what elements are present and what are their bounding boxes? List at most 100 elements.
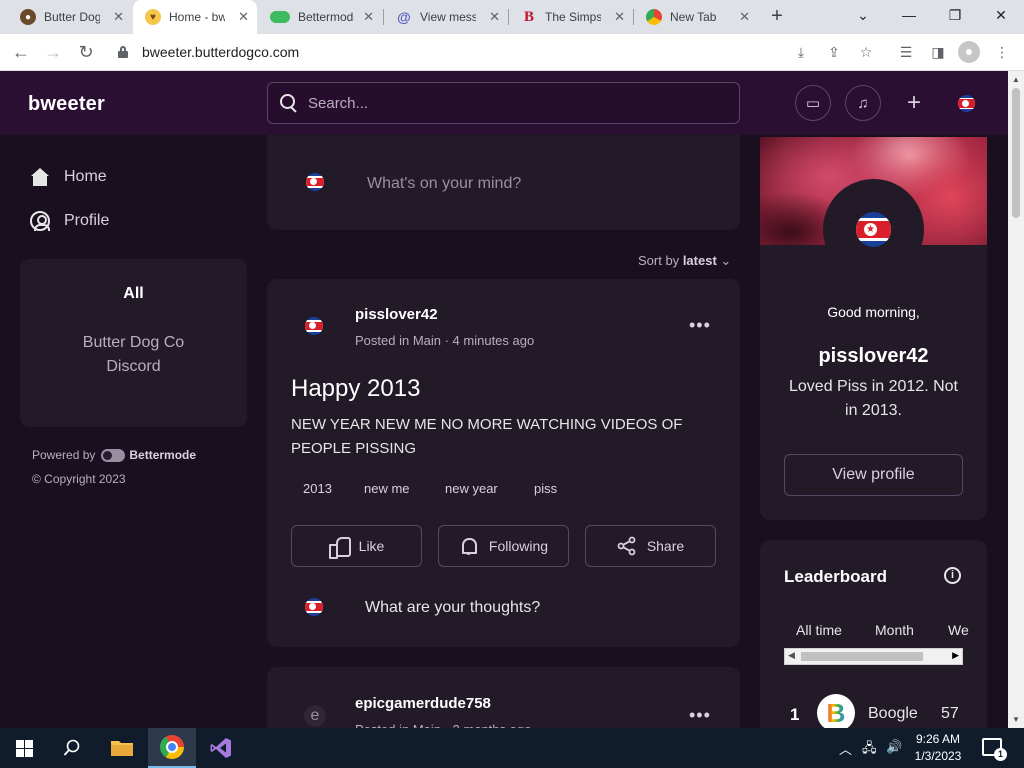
close-tab-icon[interactable]: ✕: [113, 10, 124, 24]
scroll-left-arrow-icon[interactable]: ◀: [788, 650, 795, 661]
sidebar-item-home[interactable]: Home: [20, 155, 247, 199]
post-tag[interactable]: new me: [364, 481, 410, 496]
space-butter-dog-discord[interactable]: Butter Dog Co Discord: [60, 331, 207, 379]
browser-tab[interactable]: B The Simps ✕: [509, 0, 633, 34]
sidebar-item-profile[interactable]: Profile: [20, 199, 247, 243]
volume-icon[interactable]: 🔊: [886, 739, 902, 755]
post-body: NEW YEAR NEW ME NO MORE WATCHING VIDEOS …: [291, 416, 683, 457]
reading-list-icon[interactable]: ☰: [896, 42, 916, 62]
more-options-icon[interactable]: •••: [689, 315, 711, 336]
search-input[interactable]: [308, 83, 728, 123]
bettermode-logo-icon: [101, 448, 126, 462]
user-avatar[interactable]: [958, 95, 975, 112]
reply-composer[interactable]: What are your thoughts?: [291, 591, 716, 625]
create-post-button[interactable]: +: [896, 85, 932, 121]
tab-week[interactable]: We: [948, 622, 969, 638]
post-tag[interactable]: piss: [534, 481, 557, 496]
close-tab-icon[interactable]: ✕: [489, 10, 500, 24]
author-avatar[interactable]: e: [304, 705, 326, 727]
page-scrollbar[interactable]: ▲ ▼: [1008, 71, 1024, 728]
messages-button[interactable]: ▭: [795, 85, 831, 121]
visual-studio-button[interactable]: [197, 728, 245, 768]
notification-center-icon[interactable]: 1: [982, 738, 1007, 761]
reply-placeholder[interactable]: What are your thoughts?: [365, 599, 540, 617]
chrome-taskbar-button[interactable]: [148, 728, 196, 768]
side-panel-icon[interactable]: ◨: [928, 42, 948, 62]
leaderboard-avatar[interactable]: B: [817, 694, 855, 732]
like-button[interactable]: Like: [291, 525, 422, 567]
forward-arrow-icon[interactable]: →: [42, 41, 64, 63]
browser-tab[interactable]: New Tab ✕: [634, 0, 758, 34]
account-avatar-icon[interactable]: ●: [958, 41, 980, 63]
post-meta: Posted in Main · 4 minutes ago: [355, 333, 535, 348]
post-tag[interactable]: 2013: [303, 481, 332, 496]
browser-tab[interactable]: Bettermode ✕: [258, 0, 382, 34]
search-button[interactable]: [48, 728, 96, 768]
more-options-icon[interactable]: •••: [689, 705, 711, 726]
share-icon[interactable]: ⇪: [824, 42, 844, 62]
chevron-down-icon: ⌄: [720, 253, 732, 268]
file-explorer-button[interactable]: [98, 728, 146, 768]
scroll-up-arrow-icon[interactable]: ▲: [1012, 75, 1020, 84]
tab-search-icon[interactable]: ⌄: [840, 4, 886, 26]
sort-dropdown[interactable]: Sort by latest ⌄: [638, 253, 731, 269]
bookmark-star-icon[interactable]: ☆: [856, 42, 876, 62]
search-bar[interactable]: [267, 82, 740, 124]
composer-placeholder[interactable]: What's on your mind?: [367, 175, 521, 193]
tab-all-time[interactable]: All time: [796, 622, 842, 638]
close-window-button[interactable]: ✕: [978, 4, 1024, 26]
profile-name[interactable]: pisslover42: [760, 345, 987, 368]
following-button[interactable]: Following: [438, 525, 569, 567]
profile-icon: [30, 211, 50, 231]
info-icon[interactable]: i: [944, 567, 961, 584]
system-clock[interactable]: 9:26 AM 1/3/2023: [906, 731, 970, 765]
scroll-right-arrow-icon[interactable]: ▶: [952, 650, 959, 661]
notifications-button[interactable]: ♫: [845, 85, 881, 121]
post-composer[interactable]: What's on your mind?: [267, 135, 740, 230]
post-author[interactable]: epicgamerdude758: [355, 695, 491, 712]
new-tab-button[interactable]: +: [766, 6, 788, 28]
install-app-icon[interactable]: ⤓: [791, 42, 811, 62]
space-all[interactable]: All: [20, 285, 247, 303]
powered-by[interactable]: Powered by Bettermode: [32, 448, 196, 462]
share-button[interactable]: Share: [585, 525, 716, 567]
show-hidden-icons-icon[interactable]: ︿: [839, 739, 852, 758]
scroll-down-arrow-icon[interactable]: ▼: [1012, 715, 1020, 724]
scrollbar-thumb[interactable]: [801, 652, 923, 661]
tab-month[interactable]: Month: [875, 622, 914, 638]
view-profile-button[interactable]: View profile: [784, 454, 963, 496]
back-arrow-icon[interactable]: ←: [10, 41, 32, 63]
notification-count: 1: [994, 748, 1007, 761]
browser-tab[interactable]: @ View messa ✕: [384, 0, 508, 34]
site-header: bweeter ▭ ♫ +: [0, 71, 1008, 135]
browser-tab[interactable]: ● Butter Dog ✕: [8, 0, 132, 34]
leaderboard-title: Leaderboard: [784, 567, 887, 586]
close-tab-icon[interactable]: ✕: [363, 10, 374, 24]
scrollbar-thumb[interactable]: [1012, 88, 1020, 218]
post-title[interactable]: Happy 2013: [291, 375, 420, 403]
close-tab-icon[interactable]: ✕: [614, 10, 625, 24]
bell-icon: [459, 536, 479, 556]
chrome-icon: [160, 735, 184, 759]
reply-avatar: [305, 598, 323, 616]
profile-avatar[interactable]: ★: [856, 212, 891, 247]
lock-icon[interactable]: [118, 46, 128, 58]
start-button[interactable]: [0, 728, 48, 768]
post-author[interactable]: pisslover42: [355, 306, 438, 323]
leaderboard-tabs-scrollbar[interactable]: ◀ ▶: [784, 648, 963, 665]
leaderboard-name[interactable]: Boogle: [868, 705, 918, 723]
post-tag[interactable]: new year: [445, 481, 498, 496]
maximize-button[interactable]: ❐: [932, 4, 978, 26]
minimize-button[interactable]: —: [886, 4, 932, 26]
menu-kebab-icon[interactable]: ⋮: [992, 42, 1012, 62]
close-tab-icon[interactable]: ✕: [238, 10, 249, 24]
author-avatar[interactable]: [305, 317, 323, 335]
reload-icon[interactable]: ↻: [75, 41, 97, 63]
chat-bubbles-icon: ▭: [805, 95, 821, 112]
address-bar[interactable]: bweeter.butterdogco.com: [108, 39, 848, 66]
browser-tab-active[interactable]: ♥ Home - bw ✕: [133, 0, 257, 34]
close-tab-icon[interactable]: ✕: [739, 10, 750, 24]
site-logo[interactable]: bweeter: [28, 93, 105, 116]
network-icon[interactable]: 🖧: [862, 739, 877, 761]
profile-bio: Loved Piss in 2012. Not in 2013.: [789, 378, 958, 419]
